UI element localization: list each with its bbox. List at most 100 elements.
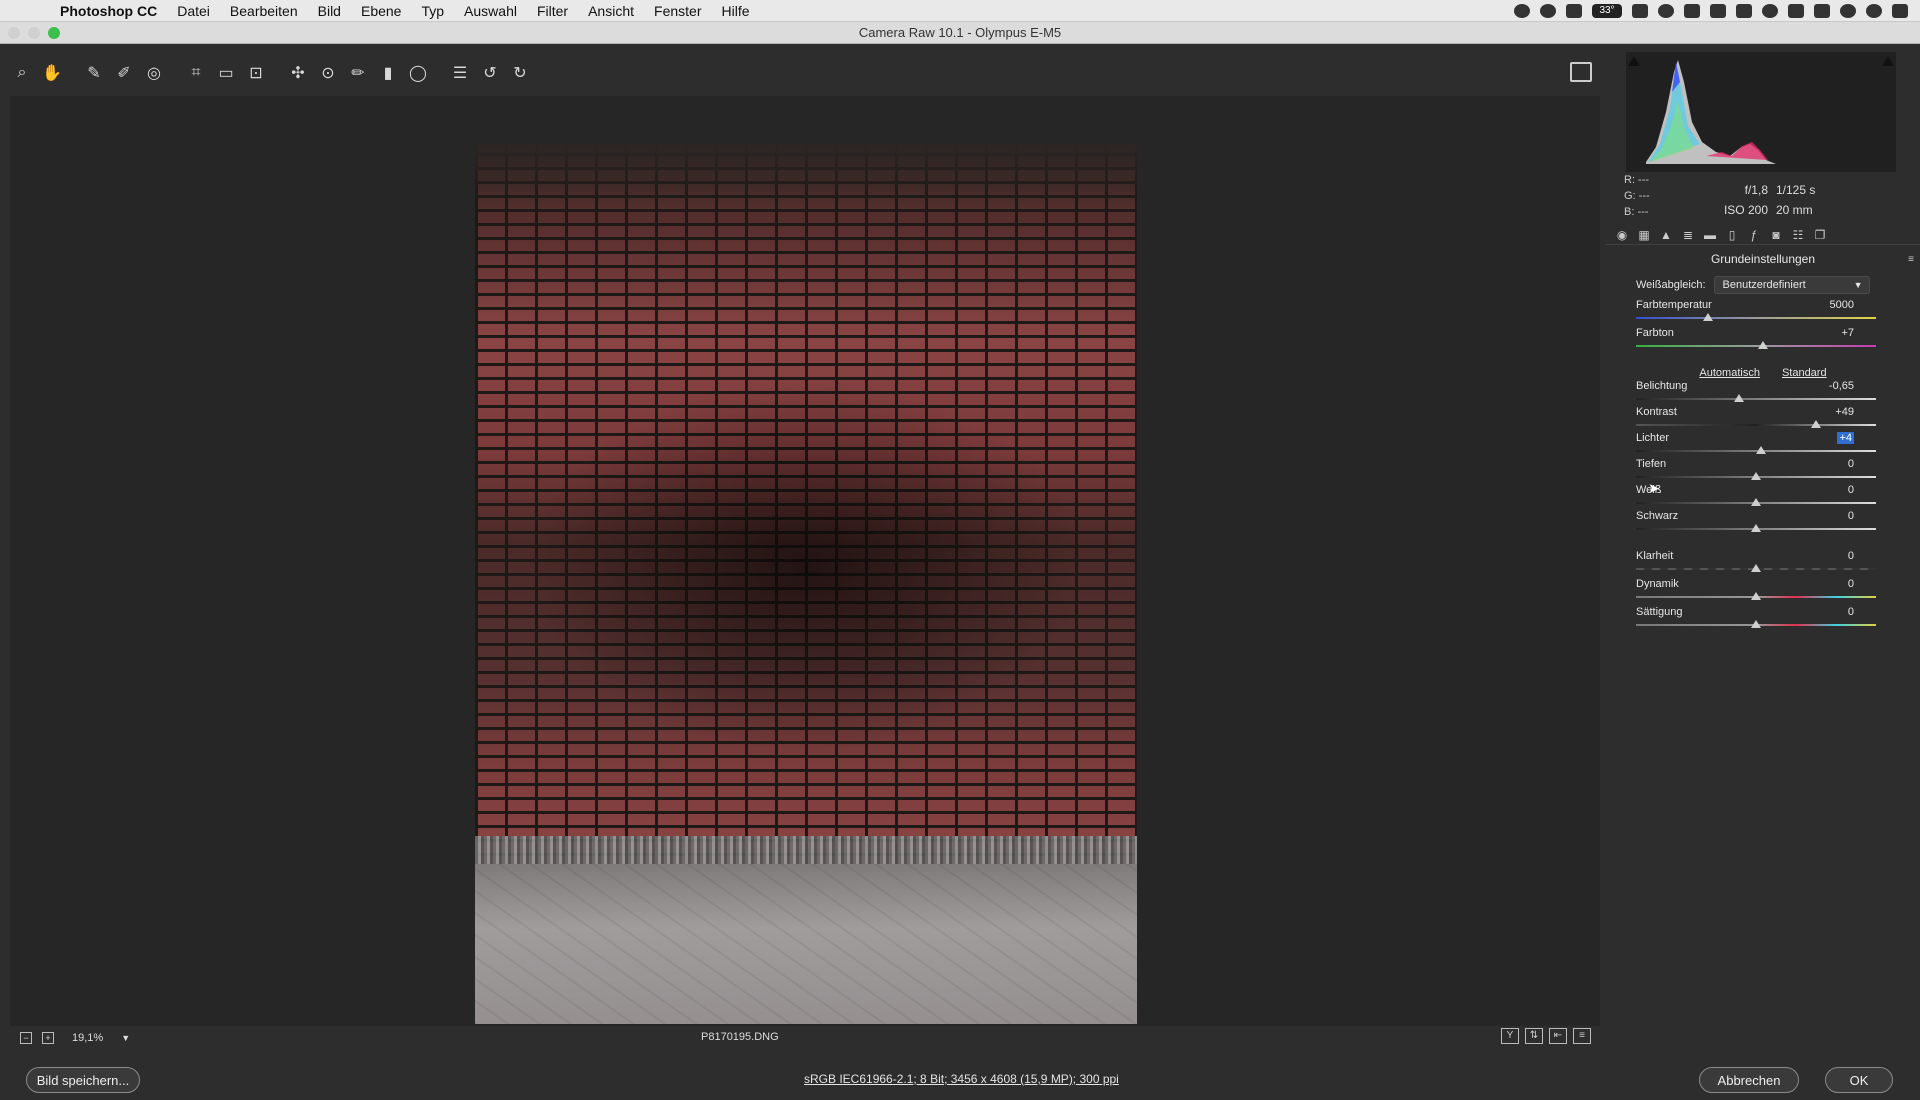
menu-fenster[interactable]: Fenster xyxy=(644,3,711,19)
slider-thumb[interactable] xyxy=(1751,620,1761,628)
slider-value[interactable]: 0 xyxy=(1848,578,1854,590)
slider-value[interactable]: +4 xyxy=(1837,432,1854,444)
copy-settings-icon[interactable]: ⇤ xyxy=(1549,1028,1567,1044)
tone-curve-tab-icon[interactable]: ▦ xyxy=(1636,228,1652,242)
slider-klarheit[interactable]: Klarheit 0 xyxy=(1636,550,1876,580)
menu-auswahl[interactable]: Auswahl xyxy=(454,3,527,19)
panel-menu-icon[interactable]: ≡ xyxy=(1908,254,1914,265)
slider-value[interactable]: +49 xyxy=(1835,406,1854,418)
slider-farbtemperatur[interactable]: Farbtemperatur 5000 xyxy=(1636,299,1876,329)
before-after-icon[interactable]: Y xyxy=(1501,1028,1519,1044)
rotate-left-icon[interactable]: ↺ xyxy=(478,61,502,85)
straighten-tool-icon[interactable]: ▭ xyxy=(214,61,238,85)
graduated-filter-icon[interactable]: ▮ xyxy=(376,61,400,85)
display-icon[interactable] xyxy=(1566,3,1582,18)
transform-tool-icon[interactable]: ⊡ xyxy=(244,61,268,85)
lens-corrections-tab-icon[interactable]: ▯ xyxy=(1724,228,1740,242)
crop-tool-icon[interactable]: ⌗ xyxy=(184,61,208,85)
spotlight-icon[interactable] xyxy=(1840,3,1856,18)
detail-tab-icon[interactable]: ▲ xyxy=(1658,228,1674,242)
slider-dynamik[interactable]: Dynamik 0 xyxy=(1636,578,1876,608)
record-icon[interactable] xyxy=(1540,3,1556,18)
color-sampler-tool-icon[interactable]: ✐ xyxy=(112,61,136,85)
save-image-button[interactable]: Bild speichern... xyxy=(26,1067,140,1093)
effects-tab-icon[interactable]: ƒ xyxy=(1746,228,1762,242)
slider-value[interactable]: 5000 xyxy=(1830,299,1854,311)
slider-farbton[interactable]: Farbton +7 xyxy=(1636,327,1876,357)
hand-tool-icon[interactable]: ✋ xyxy=(40,61,64,85)
battery-icon[interactable] xyxy=(1814,3,1830,18)
zoom-out-icon[interactable]: − xyxy=(20,1032,32,1044)
image-preview-area[interactable] xyxy=(10,96,1600,1026)
radial-filter-icon[interactable]: ◯ xyxy=(406,61,430,85)
creative-cloud-icon[interactable] xyxy=(1658,3,1674,18)
dropbox-icon[interactable] xyxy=(1684,3,1700,18)
menu-datei[interactable]: Datei xyxy=(167,3,220,19)
adjustment-brush-icon[interactable]: ✏ xyxy=(346,61,370,85)
white-balance-tool-icon[interactable]: ✎ xyxy=(82,61,106,85)
airplay-icon[interactable] xyxy=(1788,3,1804,18)
zoom-tool-icon[interactable]: ⌕ xyxy=(10,61,34,85)
presets-tab-icon[interactable]: ☷ xyxy=(1790,228,1806,242)
slider-thumb[interactable] xyxy=(1811,420,1821,428)
hsl-tab-icon[interactable]: ≣ xyxy=(1680,228,1696,242)
swap-icon[interactable]: ⇅ xyxy=(1525,1028,1543,1044)
slider-thumb[interactable] xyxy=(1755,446,1766,454)
rotate-right-icon[interactable]: ↻ xyxy=(508,61,532,85)
menu-ansicht[interactable]: Ansicht xyxy=(578,3,644,19)
slider-saettigung[interactable]: Sättigung 0 xyxy=(1636,606,1876,636)
snapshots-tab-icon[interactable]: ❐ xyxy=(1812,228,1828,242)
split-toning-tab-icon[interactable]: ▬ xyxy=(1702,228,1718,242)
chevron-down-icon[interactable]: ▼ xyxy=(121,1033,130,1043)
auto-link[interactable]: Automatisch xyxy=(1699,367,1760,379)
slider-value[interactable]: +7 xyxy=(1841,327,1854,339)
view-settings-icon[interactable]: ≡ xyxy=(1573,1028,1591,1044)
white-balance-select[interactable]: Benutzerdefiniert ▼ xyxy=(1713,276,1870,294)
zoom-level[interactable]: 19,1% xyxy=(72,1032,103,1044)
slider-thumb[interactable] xyxy=(1751,592,1761,600)
preferences-icon[interactable]: ☰ xyxy=(448,61,472,85)
slider-value[interactable]: 0 xyxy=(1848,510,1854,522)
slider-value[interactable]: 0 xyxy=(1848,606,1854,618)
slider-thumb[interactable] xyxy=(1734,394,1745,402)
maximize-button[interactable] xyxy=(48,27,60,39)
zoom-in-icon[interactable]: + xyxy=(42,1032,54,1044)
menu-bearbeiten[interactable]: Bearbeiten xyxy=(220,3,308,19)
menu-hilfe[interactable]: Hilfe xyxy=(711,3,759,19)
notification-center-icon[interactable] xyxy=(1892,3,1908,18)
temperature-icon[interactable]: 33° xyxy=(1592,3,1622,18)
bookmark-icon[interactable] xyxy=(1710,3,1726,18)
camera-calibration-tab-icon[interactable]: ◙ xyxy=(1768,228,1784,242)
bluetooth-icon[interactable] xyxy=(1736,3,1752,18)
slider-thumb[interactable] xyxy=(1751,524,1761,532)
minimize-button[interactable] xyxy=(28,27,40,39)
slider-value[interactable]: -0,65 xyxy=(1829,380,1854,392)
shadow-clipping-icon[interactable] xyxy=(1628,56,1640,66)
spot-removal-tool-icon[interactable]: ✣ xyxy=(286,61,310,85)
fullscreen-toggle-icon[interactable] xyxy=(1570,62,1592,82)
location-icon[interactable] xyxy=(1514,3,1530,18)
wifi-icon[interactable] xyxy=(1762,3,1778,18)
targeted-adjustment-tool-icon[interactable]: ◎ xyxy=(142,61,166,85)
slider-thumb[interactable] xyxy=(1751,498,1761,506)
menu-filter[interactable]: Filter xyxy=(527,3,578,19)
workflow-options-link[interactable]: sRGB IEC61966-2.1; 8 Bit; 3456 x 4608 (1… xyxy=(804,1072,1119,1086)
menu-app[interactable]: Photoshop CC xyxy=(50,3,167,19)
slider-schwarz[interactable]: Schwarz 0 xyxy=(1636,510,1876,540)
standard-link[interactable]: Standard xyxy=(1782,367,1827,379)
menu-ebene[interactable]: Ebene xyxy=(351,3,411,19)
siri-icon[interactable] xyxy=(1866,3,1882,18)
slider-value[interactable]: 0 xyxy=(1848,458,1854,470)
battery-monitor-icon[interactable] xyxy=(1632,3,1648,18)
cancel-button[interactable]: Abbrechen xyxy=(1699,1067,1799,1093)
highlight-clipping-icon[interactable] xyxy=(1882,56,1894,66)
ok-button[interactable]: OK xyxy=(1825,1067,1893,1093)
slider-thumb[interactable] xyxy=(1751,564,1761,572)
menu-bild[interactable]: Bild xyxy=(308,3,351,19)
close-button[interactable] xyxy=(8,27,20,39)
slider-thumb[interactable] xyxy=(1758,341,1769,349)
slider-value[interactable]: 0 xyxy=(1848,550,1854,562)
slider-thumb[interactable] xyxy=(1703,313,1713,321)
menu-typ[interactable]: Typ xyxy=(411,3,454,19)
slider-value[interactable]: 0 xyxy=(1848,484,1854,496)
